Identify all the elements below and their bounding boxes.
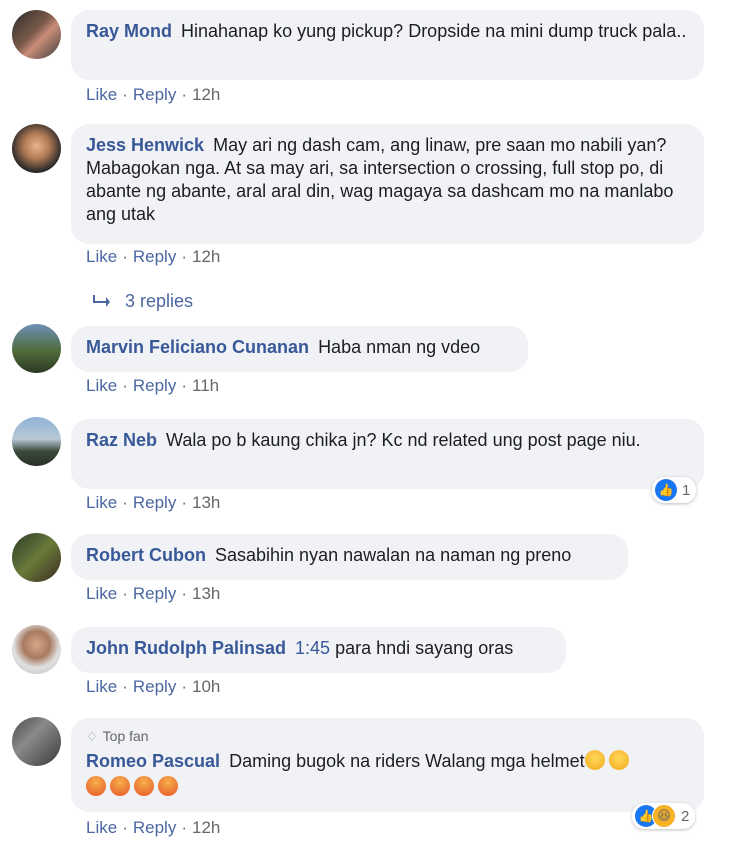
separator: · xyxy=(181,493,187,512)
comment-author[interactable]: Raz Neb xyxy=(86,430,157,450)
replies-count[interactable]: 3 replies xyxy=(125,291,193,311)
separator: · xyxy=(181,376,187,395)
comment-text: Wala po b kaung chika jn? Kc nd related … xyxy=(166,430,641,450)
reply-button[interactable]: Reply xyxy=(133,85,176,104)
avatar[interactable] xyxy=(12,717,61,766)
reply-button[interactable]: Reply xyxy=(133,376,176,395)
avatar[interactable] xyxy=(12,10,61,59)
comment-time[interactable]: 12h xyxy=(192,85,220,104)
comment-author[interactable]: Ray Mond xyxy=(86,21,172,41)
comment-actions: Like · Reply · 12h xyxy=(86,817,220,839)
reaction-count: 2 xyxy=(681,807,690,825)
separator: · xyxy=(122,247,128,266)
like-button[interactable]: Like xyxy=(86,818,117,837)
comment-time[interactable]: 13h xyxy=(192,584,220,603)
separator: · xyxy=(181,677,187,696)
separator: · xyxy=(181,818,187,837)
laughing-emoji-icon xyxy=(608,750,629,770)
separator: · xyxy=(181,247,187,266)
comment-text: para hndi sayang oras xyxy=(335,638,514,658)
like-button[interactable]: Like xyxy=(86,493,117,512)
angry-emoji-icon xyxy=(86,776,106,796)
comment-text: Haba nman ng vdeo xyxy=(318,337,481,357)
haha-reaction-icon: 😆 xyxy=(652,804,676,828)
comment-author[interactable]: Robert Cubon xyxy=(86,545,206,565)
separator: · xyxy=(181,85,187,104)
reply-button[interactable]: Reply xyxy=(133,493,176,512)
timestamp-link[interactable]: 1:45 xyxy=(295,638,330,658)
reaction-count: 1 xyxy=(682,481,691,499)
comment-bubble: John Rudolph Palinsad 1:45 para hndi say… xyxy=(71,627,566,673)
like-button[interactable]: Like xyxy=(86,584,117,603)
comment-time[interactable]: 13h xyxy=(192,493,220,512)
diamond-icon: ♢ xyxy=(86,729,98,744)
separator: · xyxy=(122,818,128,837)
avatar[interactable] xyxy=(12,625,61,674)
reaction-summary[interactable]: 👍 1 xyxy=(652,477,697,503)
laughing-emoji-icon xyxy=(584,750,605,770)
comment-author[interactable]: Jess Henwick xyxy=(86,135,204,155)
like-button[interactable]: Like xyxy=(86,247,117,266)
top-fan-label: Top fan xyxy=(102,728,149,744)
avatar[interactable] xyxy=(12,324,61,373)
comment-text: Sasabihin nyan nawalan na naman ng preno xyxy=(215,545,572,565)
comment-author[interactable]: Marvin Feliciano Cunanan xyxy=(86,337,309,357)
avatar[interactable] xyxy=(12,417,61,466)
comment-text: Hinahanap ko yung pickup? Dropside na mi… xyxy=(181,21,687,41)
angry-emoji-icon xyxy=(158,776,178,796)
reaction-summary[interactable]: 👍 😆 2 xyxy=(632,803,696,829)
reply-arrow-icon xyxy=(93,289,111,313)
reply-button[interactable]: Reply xyxy=(133,677,176,696)
view-replies-link[interactable]: 3 replies xyxy=(93,289,193,313)
reply-button[interactable]: Reply xyxy=(133,818,176,837)
separator: · xyxy=(122,85,128,104)
angry-emoji-icon xyxy=(134,776,154,796)
comment-bubble: Robert Cubon Sasabihin nyan nawalan na n… xyxy=(71,534,628,580)
comment-actions: Like · Reply · 12h xyxy=(86,246,220,268)
comment-actions: Like · Reply · 13h xyxy=(86,583,220,605)
separator: · xyxy=(122,584,128,603)
avatar[interactable] xyxy=(12,124,61,173)
like-button[interactable]: Like xyxy=(86,677,117,696)
separator: · xyxy=(122,493,128,512)
comment-time[interactable]: 10h xyxy=(192,677,220,696)
angry-emoji-icon xyxy=(110,776,130,796)
comment-bubble: Marvin Feliciano Cunanan Haba nman ng vd… xyxy=(71,326,528,372)
comment-time[interactable]: 12h xyxy=(192,818,220,837)
comment-time[interactable]: 11h xyxy=(192,376,219,395)
comment-body: Romeo Pascual Daming bugok na riders Wal… xyxy=(86,750,690,773)
emoji-row xyxy=(86,776,690,799)
comment-time[interactable]: 12h xyxy=(192,247,220,266)
like-reaction-icon: 👍 xyxy=(655,479,677,501)
comment-actions: Like · Reply · 11h xyxy=(86,375,219,397)
reply-button[interactable]: Reply xyxy=(133,584,176,603)
comment-bubble: ♢ Top fan Romeo Pascual Daming bugok na … xyxy=(71,718,704,812)
reply-button[interactable]: Reply xyxy=(133,247,176,266)
separator: · xyxy=(122,677,128,696)
comment-text: Daming bugok na riders Walang mga helmet xyxy=(229,751,585,771)
comment-bubble: Ray Mond Hinahanap ko yung pickup? Drops… xyxy=(71,10,704,80)
comment-bubble: Jess Henwick May ari ng dash cam, ang li… xyxy=(71,124,704,244)
comment-actions: Like · Reply · 12h xyxy=(86,84,220,106)
comment-actions: Like · Reply · 13h xyxy=(86,492,220,514)
avatar[interactable] xyxy=(12,533,61,582)
separator: · xyxy=(122,376,128,395)
top-fan-badge: ♢ Top fan xyxy=(86,725,690,748)
like-button[interactable]: Like xyxy=(86,376,117,395)
comment-actions: Like · Reply · 10h xyxy=(86,676,220,698)
comment-author[interactable]: John Rudolph Palinsad xyxy=(86,638,286,658)
comment-bubble: Raz Neb Wala po b kaung chika jn? Kc nd … xyxy=(71,419,704,489)
comment-author[interactable]: Romeo Pascual xyxy=(86,751,220,771)
separator: · xyxy=(181,584,187,603)
like-button[interactable]: Like xyxy=(86,85,117,104)
